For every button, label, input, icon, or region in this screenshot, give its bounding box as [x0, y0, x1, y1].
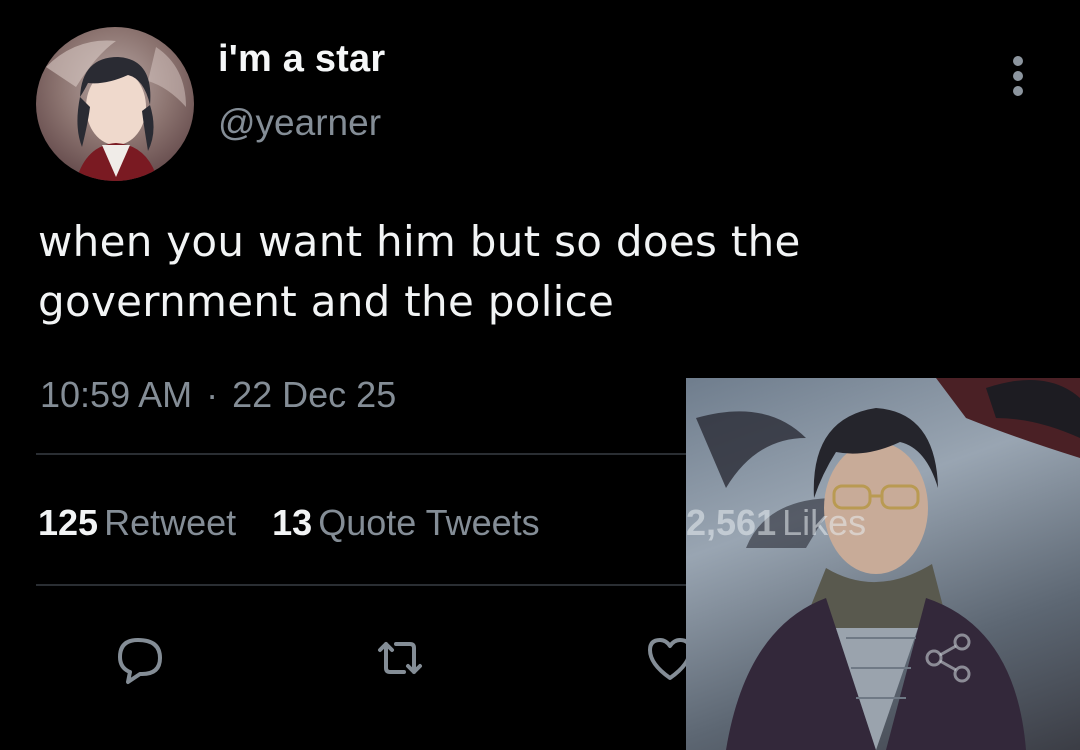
likes-count[interactable]: 2,561 Likes: [686, 502, 866, 544]
retweet-icon: [378, 642, 422, 674]
retweet-count[interactable]: 125 Retweet: [38, 502, 236, 544]
reply-button[interactable]: [110, 628, 170, 688]
reply-icon: [118, 638, 162, 684]
quote-tweets-count[interactable]: 13 Quote Tweets: [272, 502, 540, 544]
avatar[interactable]: [36, 27, 194, 181]
display-name[interactable]: i'm a star: [218, 38, 385, 81]
more-options-icon[interactable]: [1006, 54, 1030, 98]
share-icon: [925, 633, 971, 683]
timestamp[interactable]: 10:59 AM · 22 Dec 25: [40, 374, 396, 416]
retweet-button[interactable]: [370, 628, 430, 688]
overlay-photo: [686, 378, 1080, 750]
tweet-text: when you want him but so does the govern…: [38, 217, 801, 326]
tweet-time: 10:59 AM: [40, 374, 193, 415]
share-button[interactable]: [918, 628, 978, 688]
tweet-stats: 125 Retweet 13 Quote Tweets: [38, 502, 576, 544]
separator: ·: [206, 374, 219, 415]
tweet-date: 22 Dec 25: [232, 374, 397, 415]
username[interactable]: @yearner: [218, 102, 381, 144]
